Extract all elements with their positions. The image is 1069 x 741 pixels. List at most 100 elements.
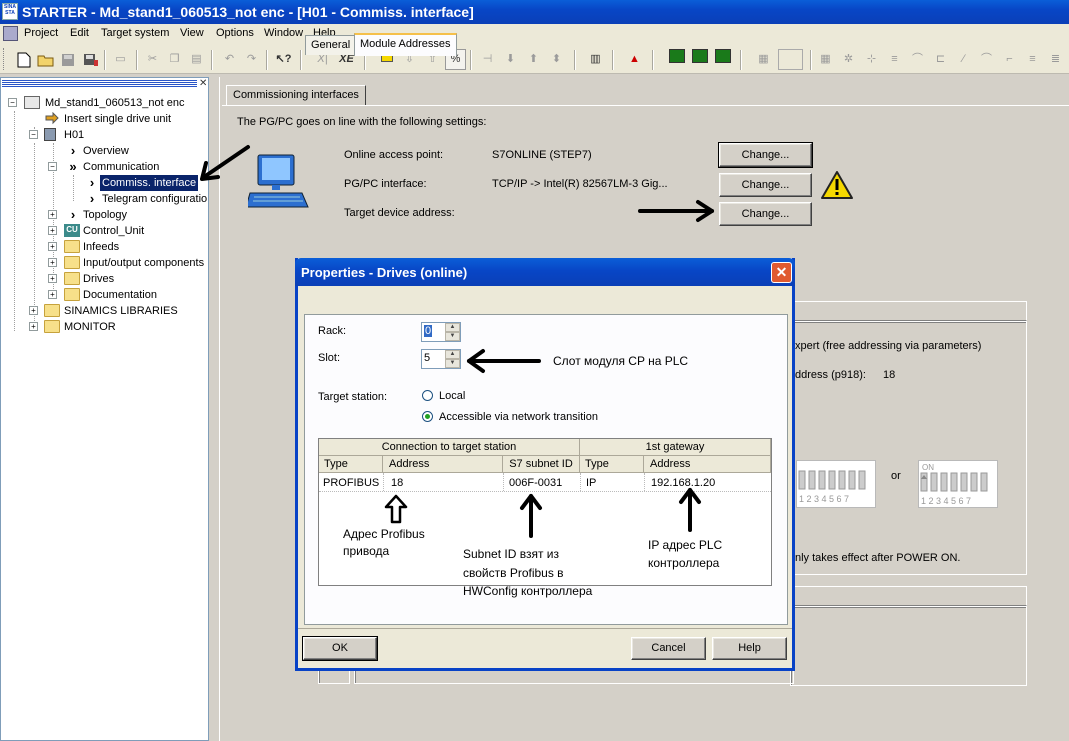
spin-down-icon[interactable]: ▼ <box>445 359 460 368</box>
rack-spinner[interactable]: 0 ▲ ▼ <box>421 322 461 342</box>
scope-icon[interactable] <box>712 49 733 70</box>
expand-icon[interactable]: + <box>48 210 57 219</box>
control-panel-icon[interactable]: ▲ <box>624 49 645 70</box>
expand-icon[interactable]: + <box>48 242 57 251</box>
context-help-icon[interactable]: ↖? <box>273 49 294 70</box>
table-header-address[interactable]: Address <box>383 456 503 473</box>
paste-icon[interactable]: ▤ <box>186 49 207 70</box>
tool-icon-5[interactable]: ≡ <box>884 49 905 70</box>
tree-item-sinamics-libraries[interactable]: + SINAMICS LIBRARIES <box>8 303 208 319</box>
tree-item-topology[interactable]: + › Topology <box>8 207 208 223</box>
device-icon-4[interactable]: ⬍ <box>546 49 567 70</box>
tree-item-project[interactable]: − Md_stand1_060513_not enc <box>8 95 208 111</box>
spin-up-icon[interactable]: ▲ <box>445 350 460 359</box>
tree-item-telegram-configuration[interactable]: › Telegram configuratio <box>8 191 208 207</box>
radio-local-label[interactable]: Local <box>439 390 465 402</box>
tab-general[interactable]: General <box>305 35 357 55</box>
tab-commissioning-interfaces[interactable]: Commissioning interfaces <box>226 85 366 105</box>
change-access-point-button[interactable]: Change... <box>718 142 813 168</box>
device-icon-1[interactable]: ⊣ <box>477 49 498 70</box>
radio-local[interactable] <box>422 390 433 401</box>
tool-icon-12[interactable]: ≣ <box>1045 49 1066 70</box>
menu-options[interactable]: Options <box>216 27 254 39</box>
menu-view[interactable]: View <box>180 27 204 39</box>
tool-icon-9[interactable]: ⌒ <box>976 49 997 70</box>
navigator-title-bar[interactable] <box>2 80 197 87</box>
measure-icon[interactable] <box>689 49 710 70</box>
undo-icon[interactable]: ↶ <box>219 49 240 70</box>
table-header-gw-type[interactable]: Type <box>580 456 644 473</box>
tool-icon-6[interactable]: ⌒ <box>907 49 928 70</box>
tree-item-overview[interactable]: › Overview <box>8 143 208 159</box>
radio-network-transition-label[interactable]: Accessible via network transition <box>439 411 598 423</box>
tree-item-monitor[interactable]: + MONITOR <box>8 319 208 335</box>
tree-item-commiss-interface[interactable]: › Commiss. interface <box>8 175 208 191</box>
device-icon-3[interactable]: ⬆ <box>523 49 544 70</box>
menu-edit[interactable]: Edit <box>70 27 89 39</box>
copy-icon[interactable]: ❐ <box>164 49 185 70</box>
help-button[interactable]: Help <box>712 637 787 660</box>
cell-address[interactable]: 18 <box>391 477 403 489</box>
tool-icon-2[interactable]: ▦ <box>815 49 836 70</box>
dialog-title-bar[interactable]: Properties - Drives (online) <box>295 258 795 286</box>
toolbar-grip[interactable] <box>3 48 6 70</box>
tree-item-documentation[interactable]: + Documentation <box>8 287 208 303</box>
tool-icon-7[interactable]: ⊏ <box>930 49 951 70</box>
table-header-subnet-id[interactable]: S7 subnet ID <box>503 456 580 473</box>
save-icon[interactable] <box>57 49 78 70</box>
close-icon[interactable]: ✕ <box>771 262 792 283</box>
cut-icon[interactable]: ✂ <box>142 49 163 70</box>
document-menu-icon[interactable] <box>3 26 18 41</box>
device-icon-2[interactable]: ⬇ <box>500 49 521 70</box>
cell-subnet-id[interactable]: 006F-0031 <box>509 477 562 489</box>
tree-item-infeeds[interactable]: + Infeeds <box>8 239 208 255</box>
tool-icon-1[interactable]: ▦ <box>753 49 774 70</box>
redo-icon[interactable]: ↷ <box>241 49 262 70</box>
table-header-gw-address[interactable]: Address <box>644 456 771 473</box>
spin-up-icon[interactable]: ▲ <box>445 323 460 332</box>
print-icon[interactable]: ▭ <box>110 49 131 70</box>
tree-item-communication[interactable]: − » Communication <box>8 159 208 175</box>
collapse-icon[interactable]: − <box>8 98 17 107</box>
expand-icon[interactable]: + <box>29 322 38 331</box>
slot-spinner[interactable]: 5 ▲ ▼ <box>421 349 461 369</box>
window-title-bar[interactable]: SINA STA STARTER - Md_stand1_060513_not … <box>0 0 1069 24</box>
new-icon[interactable] <box>13 49 34 70</box>
collapse-icon[interactable]: − <box>29 130 38 139</box>
change-target-address-button[interactable]: Change... <box>719 202 812 226</box>
tool-icon-4[interactable]: ⊹ <box>861 49 882 70</box>
change-pgpc-interface-button[interactable]: Change... <box>719 173 812 197</box>
open-icon[interactable] <box>35 49 56 70</box>
cancel-button[interactable]: Cancel <box>631 637 706 660</box>
tree-item-drives[interactable]: + Drives <box>8 271 208 287</box>
close-icon[interactable]: ✕ <box>199 78 207 89</box>
tree-item-h01[interactable]: − H01 <box>8 127 208 143</box>
menu-project[interactable]: Project <box>24 27 58 39</box>
spin-down-icon[interactable]: ▼ <box>445 332 460 341</box>
cell-type[interactable]: PROFIBUS <box>323 477 379 489</box>
tool-icon-10[interactable]: ⌐ <box>999 49 1020 70</box>
expand-icon[interactable]: + <box>48 274 57 283</box>
menu-target-system[interactable]: Target system <box>101 27 169 39</box>
collapse-icon[interactable]: − <box>48 162 57 171</box>
expand-icon[interactable]: + <box>48 226 57 235</box>
tool-blank-button[interactable] <box>778 49 803 70</box>
cell-gw-type[interactable]: IP <box>586 477 596 489</box>
ok-button[interactable]: OK <box>302 636 378 661</box>
expand-icon[interactable]: + <box>48 258 57 267</box>
tab-module-addresses[interactable]: Module Addresses <box>354 33 457 56</box>
expand-icon[interactable]: + <box>48 290 57 299</box>
menu-window[interactable]: Window <box>264 27 303 39</box>
tool-icon-8[interactable]: ∕ <box>953 49 974 70</box>
tree-item-io-components[interactable]: + Input/output components <box>8 255 208 271</box>
tree-item-control-unit[interactable]: + CU Control_Unit <box>8 223 208 239</box>
tool-icon-3[interactable]: ✲ <box>838 49 859 70</box>
tree-item-insert-drive[interactable]: Insert single drive unit <box>8 111 208 127</box>
expand-icon[interactable]: + <box>29 306 38 315</box>
compare-icon[interactable]: ▥ <box>585 49 606 70</box>
radio-network-transition[interactable] <box>422 411 433 422</box>
save-compile-icon[interactable] <box>80 49 101 70</box>
tool-icon-11[interactable]: ≡ <box>1022 49 1043 70</box>
trace-icon[interactable] <box>666 49 687 70</box>
table-header-type[interactable]: Type <box>319 456 383 473</box>
